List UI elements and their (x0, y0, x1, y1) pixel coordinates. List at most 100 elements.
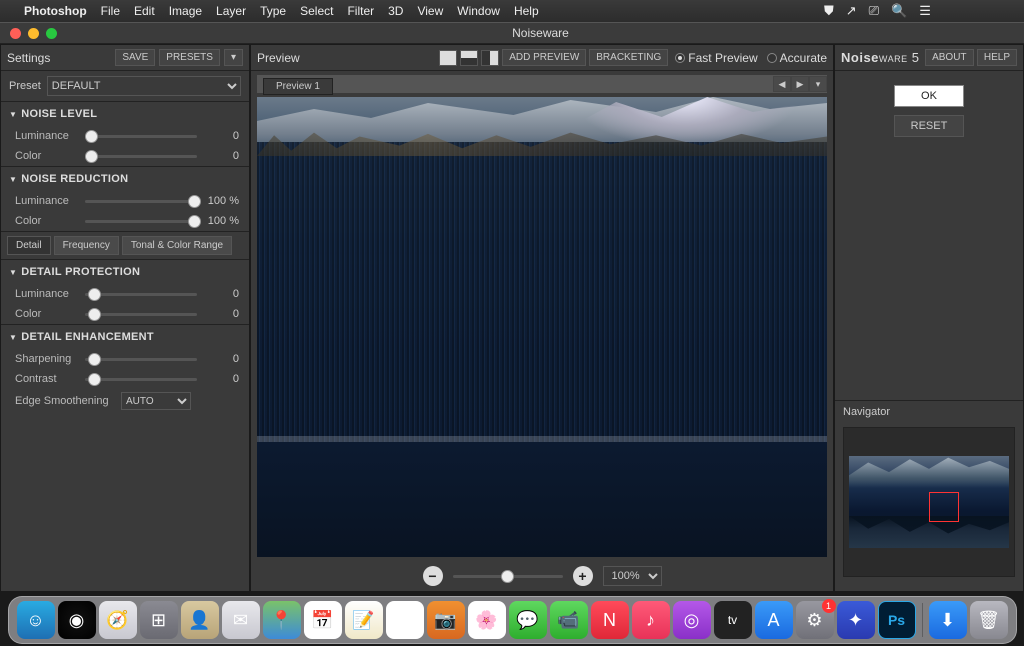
chevron-down-icon[interactable]: ▼ (9, 268, 17, 277)
brand-title: Noiseware 5 (841, 50, 919, 65)
menu-window[interactable]: Window (457, 4, 500, 18)
zoom-in-button[interactable]: + (573, 566, 593, 586)
minimize-button[interactable] (28, 28, 39, 39)
menu-image[interactable]: Image (169, 4, 202, 18)
zoom-slider[interactable] (453, 569, 563, 583)
about-button[interactable]: ABOUT (925, 49, 973, 66)
dock-launchpad-icon[interactable]: ⊞ (140, 601, 178, 639)
preview-tab-1[interactable]: Preview 1 (263, 78, 333, 95)
navigator-box (843, 427, 1015, 577)
zoom-select[interactable]: 100% (603, 566, 662, 586)
menu-type[interactable]: Type (260, 4, 286, 18)
preview-canvas[interactable] (257, 97, 827, 557)
view-single-icon[interactable] (439, 50, 457, 66)
presets-dropdown-icon[interactable]: ▾ (224, 49, 243, 66)
navigator-thumbnail[interactable] (849, 456, 1009, 548)
spotlight-icon[interactable]: 🔍 (891, 3, 907, 19)
zoom-out-button[interactable]: − (423, 566, 443, 586)
prev-tab-icon[interactable]: ◀ (773, 76, 791, 92)
reset-button[interactable]: RESET (894, 115, 964, 137)
nl-luminance-value: 0 (205, 130, 239, 142)
dp-luminance-label: Luminance (15, 288, 77, 300)
nl-color-value: 0 (205, 150, 239, 162)
tab-menu-icon[interactable]: ▾ (809, 76, 827, 92)
dock-mail-icon[interactable]: ✉ (222, 601, 260, 639)
dock-contacts-icon[interactable]: 👤 (181, 601, 219, 639)
dock-finder-icon[interactable]: ☺ (17, 601, 55, 639)
save-button[interactable]: SAVE (115, 49, 155, 66)
bluetooth-icon[interactable]: ↗ (846, 3, 857, 19)
dock-reminders-icon[interactable]: ☑ (386, 601, 424, 639)
menu-view[interactable]: View (417, 4, 443, 18)
tab-tonal[interactable]: Tonal & Color Range (122, 236, 232, 255)
dock-photobooth-icon[interactable]: 📷 (427, 601, 465, 639)
dock-photoshop-icon[interactable]: Ps (878, 601, 916, 639)
chevron-down-icon[interactable]: ▼ (9, 175, 17, 184)
dock-trash-icon[interactable]: 🗑 (970, 601, 1008, 639)
tab-frequency[interactable]: Frequency (54, 236, 119, 255)
dock-downloads-icon[interactable]: ⬇ (929, 601, 967, 639)
menu-filter[interactable]: Filter (347, 4, 374, 18)
dock-safari-icon[interactable]: 🧭 (99, 601, 137, 639)
chevron-down-icon[interactable]: ▼ (9, 110, 17, 119)
dp-color-slider[interactable] (85, 307, 197, 321)
nr-luminance-slider[interactable] (85, 194, 197, 208)
bracketing-button[interactable]: BRACKETING (589, 49, 668, 66)
add-preview-button[interactable]: ADD PREVIEW (502, 49, 586, 66)
screenshare-icon[interactable]: ⎚ (869, 3, 879, 19)
edge-smoothening-select[interactable]: AUTO (121, 392, 191, 410)
dock-calendar-icon[interactable]: 📅 (304, 601, 342, 639)
dock-tv-icon[interactable]: tv (714, 601, 752, 639)
view-split-v-icon[interactable] (481, 50, 499, 66)
fast-preview-radio[interactable]: Fast Preview (675, 51, 757, 65)
dock-photos-icon[interactable]: 🌸 (468, 601, 506, 639)
preset-label: Preset (9, 80, 41, 92)
de-sharpening-slider[interactable] (85, 352, 197, 366)
dock-podcasts-icon[interactable]: ◎ (673, 601, 711, 639)
menu-edit[interactable]: Edit (134, 4, 155, 18)
navigator-title: Navigator (835, 400, 1023, 423)
dock-aol-icon[interactable]: ✦ (837, 601, 875, 639)
dock-facetime-icon[interactable]: 📹 (550, 601, 588, 639)
help-button[interactable]: HELP (977, 49, 1017, 66)
dock-messages-icon[interactable]: 💬 (509, 601, 547, 639)
de-sharpening-value: 0 (205, 353, 239, 365)
presets-button[interactable]: PRESETS (159, 49, 220, 66)
menu-select[interactable]: Select (300, 4, 333, 18)
window-titlebar: Noiseware (0, 22, 1024, 44)
nl-luminance-slider[interactable] (85, 129, 197, 143)
dock-news-icon[interactable]: N (591, 601, 629, 639)
dock-preferences-icon[interactable]: ⚙1 (796, 601, 834, 639)
preset-select[interactable]: DEFAULT (47, 76, 241, 96)
menu-layer[interactable]: Layer (216, 4, 246, 18)
de-contrast-value: 0 (205, 373, 239, 385)
nl-color-label: Color (15, 150, 77, 162)
dock-music-icon[interactable]: ♪ (632, 601, 670, 639)
zoom-button[interactable] (46, 28, 57, 39)
chevron-down-icon[interactable]: ▼ (9, 333, 17, 342)
next-tab-icon[interactable]: ▶ (791, 76, 809, 92)
accurate-radio[interactable]: Accurate (767, 51, 827, 65)
menu-help[interactable]: Help (514, 4, 539, 18)
menubar-app[interactable]: Photoshop (24, 4, 87, 18)
view-split-h-icon[interactable] (460, 50, 478, 66)
close-button[interactable] (10, 28, 21, 39)
menu-file[interactable]: File (101, 4, 120, 18)
nl-color-slider[interactable] (85, 149, 197, 163)
dp-luminance-value: 0 (205, 288, 239, 300)
menu-3d[interactable]: 3D (388, 4, 403, 18)
dock-notes-icon[interactable]: 📝 (345, 601, 383, 639)
avast-icon[interactable]: ⛊ (824, 3, 834, 19)
dock-maps-icon[interactable]: 📍 (263, 601, 301, 639)
dock-appstore-icon[interactable]: A (755, 601, 793, 639)
noise-level-title: NOISE LEVEL (21, 108, 97, 120)
control-center-icon[interactable]: ☰ (919, 3, 931, 19)
dp-luminance-slider[interactable] (85, 287, 197, 301)
dock-siri-icon[interactable]: ◉ (58, 601, 96, 639)
nr-color-slider[interactable] (85, 214, 197, 228)
tab-detail[interactable]: Detail (7, 236, 51, 255)
de-contrast-slider[interactable] (85, 372, 197, 386)
ok-button[interactable]: OK (894, 85, 964, 107)
dock: ☺◉🧭⊞👤✉📍📅📝☑📷🌸💬📹N♪◎tvA⚙1✦Ps ⬇🗑 (0, 592, 1024, 646)
navigator-viewport[interactable] (929, 492, 959, 522)
